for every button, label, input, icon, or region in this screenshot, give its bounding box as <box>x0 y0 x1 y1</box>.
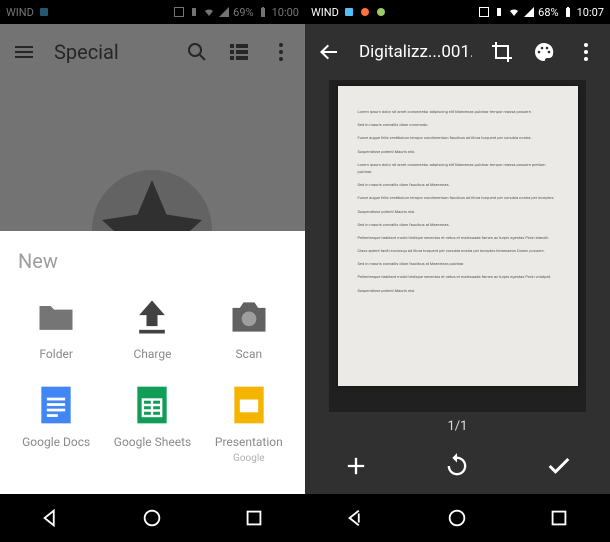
app-badge-icon-3 <box>375 6 387 18</box>
document-title: Digitalizz...001.PDF <box>359 42 472 62</box>
retake-button[interactable] <box>443 452 471 480</box>
new-bottom-sheet: New Folder Charge Scan Google Docs Googl… <box>0 231 305 494</box>
folder-icon <box>34 295 78 339</box>
battery-icon <box>562 6 574 18</box>
new-google-sheets[interactable]: Google Sheets <box>106 375 198 472</box>
status-bar: WIND 69% 10:00 <box>0 0 305 24</box>
nfc-icon <box>478 6 490 18</box>
add-page-button[interactable] <box>342 452 370 480</box>
app-bar: Digitalizz...001.PDF <box>305 24 610 80</box>
new-google-docs[interactable]: Google Docs <box>10 375 102 472</box>
page-indicator: 1/1 <box>305 419 610 434</box>
menu-button[interactable] <box>12 40 36 64</box>
sheets-icon <box>130 383 174 427</box>
docs-icon <box>34 383 78 427</box>
done-button[interactable] <box>545 452 573 480</box>
signal-icon <box>523 6 535 18</box>
overflow-button[interactable] <box>574 40 598 64</box>
nav-recent[interactable] <box>548 507 570 529</box>
nav-back[interactable] <box>345 507 367 529</box>
carrier-label: WIND <box>6 6 34 19</box>
carrier-label: WIND <box>311 6 339 19</box>
app-badge-icon-2 <box>359 6 371 18</box>
app-badge-icon <box>343 6 355 18</box>
sheet-title: New <box>18 249 295 273</box>
camera-icon <box>227 295 271 339</box>
document-preview[interactable]: Lorem ipsum dolor sit amet consectetur a… <box>329 80 586 412</box>
overflow-button[interactable] <box>269 40 293 64</box>
wifi-icon <box>508 6 520 18</box>
new-google-slides[interactable]: Presentation Google <box>203 375 295 472</box>
new-upload[interactable]: Charge <box>106 287 198 369</box>
search-button[interactable] <box>185 40 209 64</box>
nav-home[interactable] <box>446 507 468 529</box>
scanned-page: Lorem ipsum dolor sit amet consectetur a… <box>338 86 578 386</box>
upload-icon <box>130 295 174 339</box>
wifi-icon <box>203 6 215 18</box>
signal-icon <box>218 6 230 18</box>
app-bar: Special <box>0 24 305 80</box>
nav-bar <box>0 494 305 542</box>
page-title: Special <box>54 40 167 64</box>
battery-pct: 68% <box>538 6 558 19</box>
back-button[interactable] <box>317 40 341 64</box>
battery-icon <box>257 6 269 18</box>
nfc-icon <box>173 6 185 18</box>
nav-recent[interactable] <box>243 507 265 529</box>
vibrate-icon <box>188 6 200 18</box>
clock: 10:07 <box>577 6 604 19</box>
crop-button[interactable] <box>490 40 514 64</box>
clock: 10:00 <box>272 6 299 19</box>
status-bar: WIND 68% 10:07 <box>305 0 610 24</box>
settings-quick-icon <box>38 6 50 18</box>
nav-back[interactable] <box>40 507 62 529</box>
new-scan[interactable]: Scan <box>203 287 295 369</box>
palette-button[interactable] <box>532 40 556 64</box>
battery-pct: 69% <box>233 6 253 19</box>
nav-home[interactable] <box>141 507 163 529</box>
new-folder[interactable]: Folder <box>10 287 102 369</box>
slides-icon <box>227 383 271 427</box>
action-bar <box>305 438 610 494</box>
vibrate-icon <box>493 6 505 18</box>
nav-bar <box>305 494 610 542</box>
view-list-button[interactable] <box>227 40 251 64</box>
